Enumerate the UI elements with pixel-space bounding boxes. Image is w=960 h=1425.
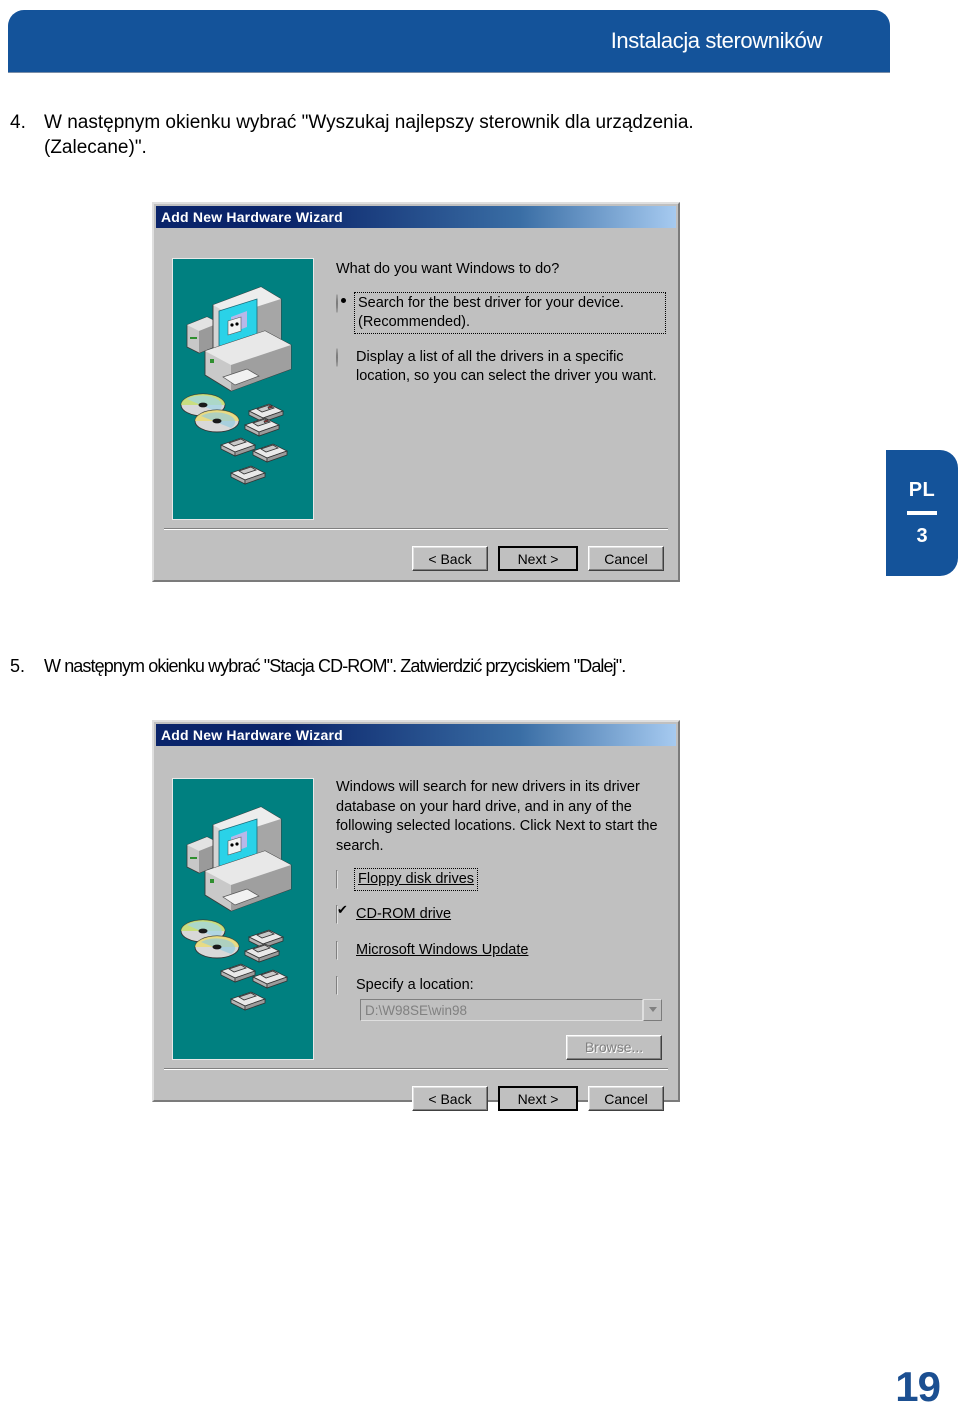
tab-divider <box>907 510 937 515</box>
cancel-button[interactable]: Cancel <box>588 546 664 571</box>
page-root: Instalacja sterowników 4. W następnym ok… <box>0 0 960 1425</box>
step-5-text: W następnym okienku wybrać "Stacja CD-RO… <box>44 656 626 676</box>
radio-icon-unselected[interactable] <box>336 347 356 367</box>
step-4-text: W następnym okienku wybrać "Wyszukaj naj… <box>44 112 694 159</box>
dialog-2-title: Add New Hardware Wizard <box>161 727 343 743</box>
dialog-1-title: Add New Hardware Wizard <box>161 209 343 225</box>
language-code-label: PL <box>908 478 936 501</box>
dialog-2-separator <box>164 1068 668 1070</box>
dialog-1-prompt: What do you want Windows to do? <box>336 261 560 277</box>
next-button[interactable]: Next > <box>498 1086 578 1111</box>
chevron-down-icon[interactable] <box>643 998 662 1021</box>
back-button[interactable]: < Back <box>412 1086 488 1111</box>
radio-option-display-list-label: Display a list of all the drivers in a s… <box>356 348 657 384</box>
dialog-2-button-row: < Back Next > Cancel <box>412 1086 664 1111</box>
checkbox-microsoft-windows-update[interactable]: Microsoft Windows Update <box>336 940 664 960</box>
dialog-1-separator <box>164 528 668 530</box>
add-new-hardware-wizard-dialog-2: Add New Hardware Wizard Windows will sea… <box>152 720 680 1111</box>
checkbox-icon-unchecked[interactable] <box>336 870 356 890</box>
radio-option-search-best-driver-label: Search for the best driver for your devi… <box>354 291 666 334</box>
checkbox-cd-rom-drive-label: CD-ROM drive <box>356 906 452 923</box>
dialog-2-title-bar: Add New Hardware Wizard <box>156 724 676 746</box>
step-5-number: 5. <box>10 656 26 676</box>
page-title: Instalacja sterowników <box>610 28 823 53</box>
cancel-button[interactable]: Cancel <box>588 1086 664 1111</box>
checkbox-icon-unchecked[interactable] <box>336 940 356 960</box>
dialog-2-prompt: Windows will search for new drivers in i… <box>336 779 658 854</box>
next-button[interactable]: Next > <box>498 546 578 571</box>
add-new-hardware-wizard-dialog-1: Add New Hardware Wizard What do you want… <box>152 202 680 582</box>
dialog-1-body: What do you want Windows to do? Search f… <box>154 228 678 571</box>
language-section-tab: PL 3 <box>886 450 958 576</box>
location-combobox[interactable]: D:\W98SE\win98 <box>360 998 662 1021</box>
radio-option-search-best-driver[interactable]: Search for the best driver for your devi… <box>336 291 666 334</box>
dialog-1-content: What do you want Windows to do? Search f… <box>336 260 666 402</box>
radio-icon-selected[interactable] <box>336 293 356 313</box>
checkbox-icon-unchecked[interactable] <box>336 975 356 995</box>
dialog-1-button-row: < Back Next > Cancel <box>412 546 664 571</box>
checkbox-icon-checked[interactable] <box>336 905 356 925</box>
browse-button[interactable]: Browse... <box>566 1034 662 1060</box>
checkbox-specify-a-location[interactable]: Specify a location: <box>336 975 664 995</box>
checkbox-cd-rom-drive[interactable]: CD-ROM drive <box>336 905 664 925</box>
location-input[interactable]: D:\W98SE\win98 <box>360 998 643 1021</box>
section-number-label: 3 <box>916 524 928 547</box>
checkbox-microsoft-windows-update-label: Microsoft Windows Update <box>356 941 529 958</box>
hardware-illustration-2 <box>172 778 314 1060</box>
dialog-2-content: Windows will search for new drivers in i… <box>336 778 664 1060</box>
step-4: 4. W następnym okienku wybrać "Wyszukaj … <box>10 110 710 160</box>
page-number: 19 <box>895 1363 941 1410</box>
dialog-2-body: Windows will search for new drivers in i… <box>154 746 678 1111</box>
checkbox-specify-a-location-label: Specify a location: <box>356 976 474 993</box>
radio-option-display-list[interactable]: Display a list of all the drivers in a s… <box>336 347 664 386</box>
hardware-illustration-1 <box>172 258 314 520</box>
checkbox-floppy-disk-drives-label: Floppy disk drives <box>353 868 479 892</box>
step-4-number: 4. <box>10 112 26 133</box>
computer-media-illustration-icon <box>173 259 313 519</box>
page-header-bar: Instalacja sterowników <box>8 10 890 72</box>
step-5: 5. W następnym okienku wybrać "Stacja CD… <box>10 655 890 679</box>
dialog-1-title-bar: Add New Hardware Wizard <box>156 206 676 228</box>
back-button[interactable]: < Back <box>412 546 488 571</box>
checkbox-floppy-disk-drives[interactable]: Floppy disk drives <box>336 868 664 892</box>
computer-media-illustration-icon <box>173 779 313 1059</box>
